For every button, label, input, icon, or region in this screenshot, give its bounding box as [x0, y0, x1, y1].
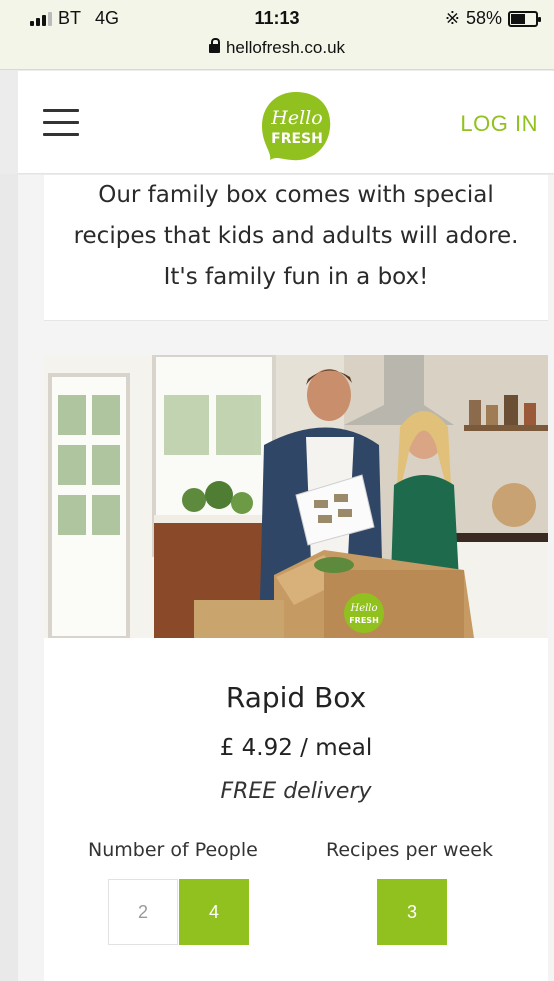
box-title: Rapid Box	[225, 681, 367, 714]
battery-percent: 58%	[465, 8, 502, 28]
people-label: Number of People	[88, 839, 258, 861]
status-right: ※ 58%	[444, 8, 541, 29]
lock-icon	[208, 38, 220, 53]
box-price: £ 4.92 / meal	[219, 735, 373, 761]
battery-icon	[508, 10, 541, 27]
intro-card: Our family box comes with special recipe…	[44, 175, 548, 321]
hamburger-menu-icon[interactable]	[43, 109, 79, 137]
recipes-option-3[interactable]: 3	[377, 879, 447, 945]
family-kitchen-photo: Hello FRESH	[44, 355, 548, 638]
box-card: Hello FRESH Rapid Box £ 4.92 / meal FREE…	[44, 355, 548, 981]
hellofresh-logo[interactable]: Hello FRESH	[256, 86, 336, 166]
battery-level-fill	[511, 13, 525, 24]
box-logo-hello: Hello	[349, 603, 377, 614]
bluetooth-icon: ※	[444, 8, 460, 28]
status-bar: BT 4G 11:13 ※ 58% hellofresh.co.uk	[0, 0, 554, 70]
box-logo-fresh: FRESH	[349, 616, 379, 625]
logo-text-hello: Hello	[270, 107, 322, 129]
address-bar[interactable]: hellofresh.co.uk	[0, 38, 554, 58]
intro-line: It's family fun in a box!	[163, 264, 429, 290]
intro-line: recipes that kids and adults will adore.	[73, 223, 519, 249]
people-option-2[interactable]: 2	[108, 879, 178, 945]
intro-line: Our family box comes with special	[98, 182, 494, 208]
main-content: Our family box comes with special recipe…	[18, 175, 554, 981]
photo-illustration: Hello FRESH	[44, 355, 548, 638]
site-header: Hello FRESH LOG IN	[18, 71, 554, 174]
page-left-gutter	[0, 174, 18, 981]
people-option-4[interactable]: 4	[179, 879, 249, 945]
delivery-note: FREE delivery	[220, 779, 372, 804]
logo-text-fresh: FRESH	[271, 131, 323, 147]
intro-text: Our family box comes with special recipe…	[44, 175, 548, 298]
recipes-label: Recipes per week	[326, 839, 493, 861]
login-button[interactable]: LOG IN	[460, 111, 538, 137]
url-text: hellofresh.co.uk	[225, 38, 346, 57]
